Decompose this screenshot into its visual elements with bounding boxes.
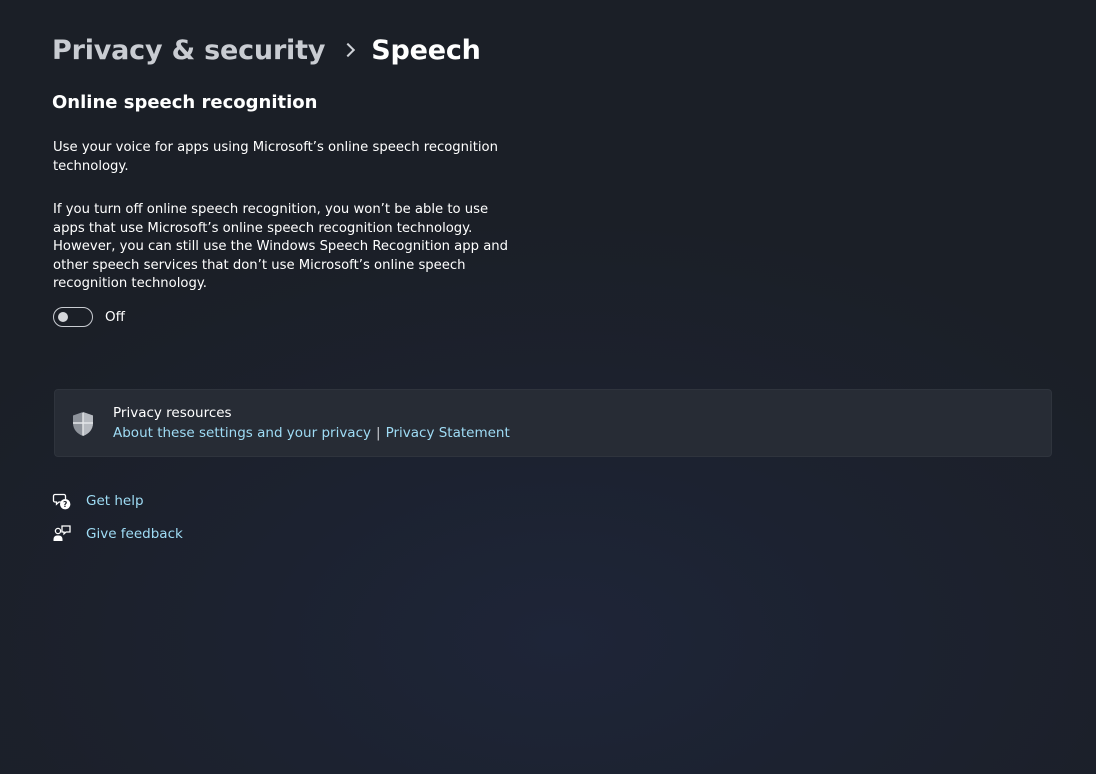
breadcrumb-privacy-security[interactable]: Privacy & security [52, 35, 325, 66]
privacy-statement-link[interactable]: Privacy Statement [386, 425, 510, 441]
section-description: Use your voice for apps using Microsoft’… [53, 140, 498, 174]
link-separator: | [376, 425, 381, 441]
about-settings-privacy-link[interactable]: About these settings and your privacy [113, 425, 371, 441]
breadcrumb: Privacy & security Speech [52, 30, 481, 70]
toggle-state-label: Off [105, 309, 125, 325]
privacy-resources-card: Privacy resources About these settings a… [54, 389, 1052, 457]
privacy-resources-links: About these settings and your privacy | … [113, 425, 510, 441]
give-feedback-link[interactable]: Give feedback [86, 526, 183, 542]
privacy-resources-title: Privacy resources [113, 405, 232, 421]
feedback-icon [53, 525, 71, 541]
get-help-link[interactable]: Get help [86, 493, 144, 509]
page-title: Speech [371, 34, 481, 66]
online-speech-recognition-toggle[interactable] [53, 307, 93, 327]
section-warning-text: If you turn off online speech recognitio… [53, 202, 509, 292]
svg-text:?: ? [63, 500, 67, 509]
shield-icon [73, 412, 93, 436]
give-feedback-row[interactable]: Give feedback [52, 524, 183, 544]
speech-recognition-toggle-row: Off [53, 307, 125, 327]
chevron-right-icon [341, 42, 356, 58]
toggle-knob [58, 312, 68, 322]
get-help-icon: ? [52, 493, 71, 510]
get-help-row[interactable]: ? Get help [52, 491, 144, 511]
section-title: Online speech recognition [52, 92, 318, 113]
